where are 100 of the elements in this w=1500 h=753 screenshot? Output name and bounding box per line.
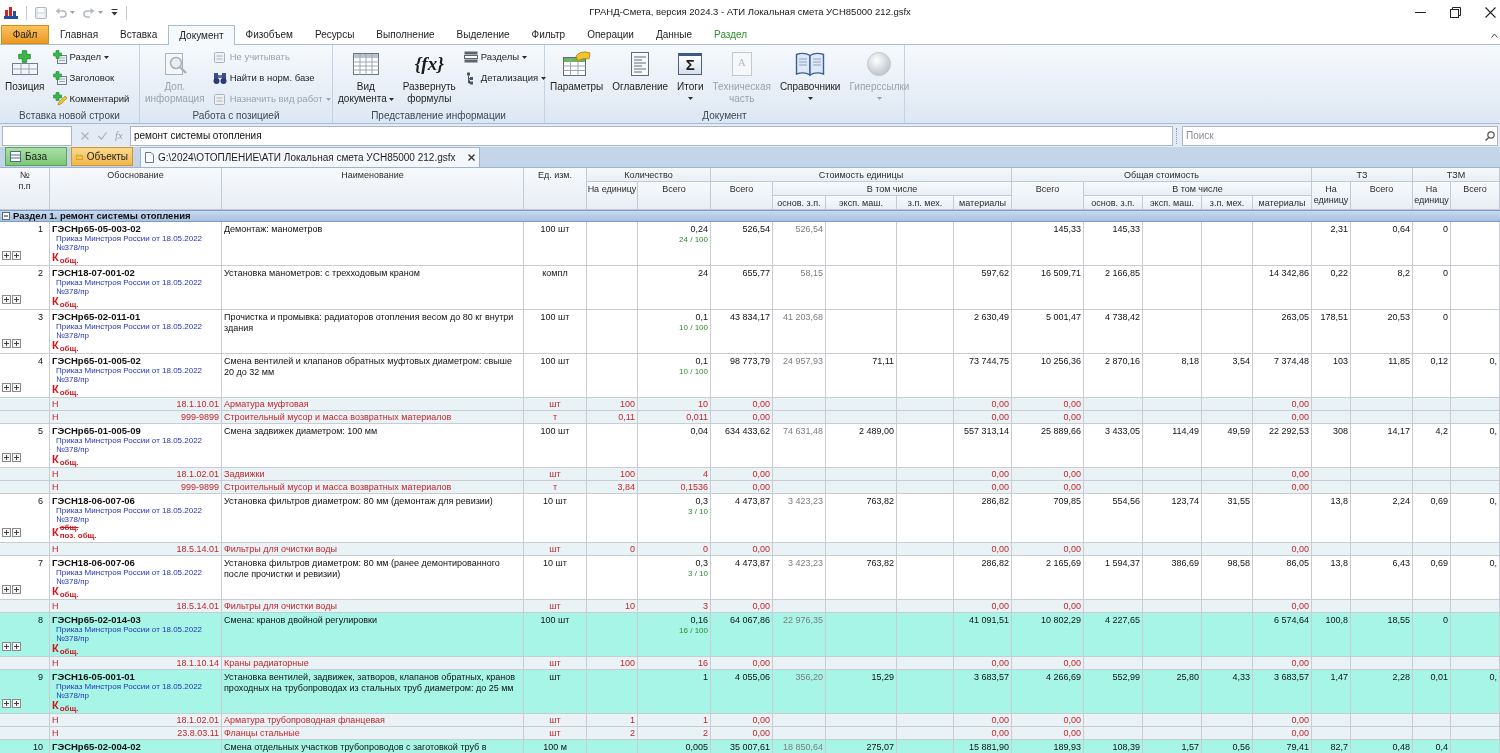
resource-row[interactable]: Н 999-9899 Строительный мусор и масса возвратных материалов т 3,84 0,1536 0,00 0,00 0,00 0,00 [0,481,1500,494]
expand-icon[interactable] [2,383,11,392]
value-text: 24 [698,268,708,279]
resource-code: 18.1.10.14 [176,657,219,669]
close-icon[interactable] [467,154,475,161]
expand-icon[interactable] [12,339,21,348]
value-text: 0, [1489,558,1497,569]
ribbon-button[interactable]: Детализация [461,69,549,87]
value-text: 7 374,48 [1273,356,1309,367]
ribbon-button[interactable]: Заголовок [50,69,132,87]
ribbon-tab[interactable]: Выделение [445,25,521,44]
ribbon-button[interactable]: Раздел [50,48,132,66]
resource-code: 18.1.10.01 [176,398,219,410]
ribbon-button[interactable]: Σ Итоги [674,45,707,103]
item-name: Смена: кранов двойной регулировки [224,615,377,626]
ribbon-button[interactable]: Найти в норм. базе [210,69,333,87]
table-row[interactable] [0,354,1500,398]
column-header: Общая стоимость [1012,168,1312,182]
expand-icon[interactable] [12,528,21,537]
value-text: 14,17 [1387,426,1410,437]
resource-row[interactable]: Н 18.1.02.01 Задвижки шт 100 4 0,00 0,00 0,00 0,00 [0,468,1500,481]
value-text: 2 166,85 [1104,268,1140,279]
value-text: 0,00 [991,481,1009,493]
coefficient-letter: К [52,340,59,351]
expand-icon[interactable] [2,339,11,348]
ribbon-tab[interactable]: Фильтр [520,25,577,44]
expand-icon[interactable] [2,585,11,594]
ribbon-tab[interactable]: Выполнение [365,25,446,44]
value-text: 0,00 [752,714,770,726]
ribbon-tab[interactable]: Операции [576,25,645,44]
expand-icon[interactable] [12,585,21,594]
resource-name: Строительный мусор и масса возвратных материалов [224,482,452,492]
quantity-formula: 10 / 100 [679,367,708,377]
value-text: 3,54 [1232,356,1250,367]
close-icon[interactable] [1485,7,1496,18]
ribbon-button[interactable]: Комментарий [50,90,132,108]
ribbon-tab[interactable]: Главная [49,25,110,44]
expand-icon[interactable] [12,699,21,708]
coefficient-label: общ. [59,705,79,713]
table-row[interactable] [0,556,1500,600]
expand-icon[interactable] [2,642,11,651]
plus-icon [52,71,67,85]
search-icon[interactable] [1485,130,1495,141]
unit-text: 100 шт [540,615,570,626]
value-text: 0,00 [1291,398,1309,410]
ribbon-tab[interactable]: Документ [168,25,235,45]
ribbon-tab[interactable]: Раздел [703,25,759,44]
ribbon-button[interactable]: Параметры [547,45,607,93]
resource-row[interactable]: Н 23.8.03.11 Фланцы стальные шт 2 2 0,00 0,00 0,00 0,00 [0,727,1500,740]
value-text: 0 [1443,268,1448,279]
resource-row[interactable]: Н 18.1.10.01 Арматура муфтовая шт 100 10 0,00 0,00 0,00 0,00 [0,398,1500,411]
table-row[interactable] [0,670,1500,714]
column-header: Ед. изм. [524,168,587,210]
column-header: В том числе [773,182,1012,196]
ribbon-tab[interactable]: Данные [644,25,704,44]
ribbon-tab[interactable]: Физобъем [234,25,304,44]
check-icon[interactable] [98,131,107,140]
ribbon-button[interactable]: Справочники [776,45,844,103]
resource-row[interactable]: Н 18.1.10.14 Краны радиаторные шт 100 16 0,00 0,00 0,00 0,00 [0,657,1500,670]
ribbon-button[interactable]: Вид документа [335,45,397,105]
expand-icon[interactable] [2,453,11,462]
section-row[interactable]: Раздел 1. ремонт системы отопления [0,210,1500,222]
expand-icon[interactable] [2,295,11,304]
document-tab[interactable]: G:\2024\ОТОПЛЕНИЕ\АТИ Локальная смета УСН85000 212.gsfx [140,147,480,167]
table-row[interactable] [0,310,1500,354]
expand-icon[interactable] [2,699,11,708]
value-text: 0,00 [1063,543,1081,555]
value-text: 0,00 [991,411,1009,423]
value-text: 6,43 [1392,558,1410,569]
expand-icon[interactable] [12,383,21,392]
ribbon-tab[interactable]: Вставка [109,25,169,44]
customize-icon[interactable] [111,9,118,16]
ribbon-tab[interactable]: Ресурсы [303,25,366,44]
expand-icon[interactable] [12,453,21,462]
app-logo-icon[interactable] [4,6,18,19]
ribbon-button[interactable]: Разделы [461,48,549,66]
expand-icon[interactable] [12,642,21,651]
ribbon-button[interactable]: Оглавление [609,45,672,93]
chevron-up-icon[interactable] [1491,33,1498,38]
table-row[interactable] [0,494,1500,543]
resource-row[interactable]: Н 18.5.14.01 Фильтры для очистки воды шт 0 0 0,00 0,00 0,00 0,00 [0,543,1500,556]
ribbon-tab[interactable]: Файл [1,25,49,44]
expand-icon[interactable] [12,251,21,260]
ribbon-button[interactable]: Позиция [2,45,48,93]
expand-icon[interactable] [12,295,21,304]
resource-row[interactable]: Н 18.5.14.01 Фильтры для очистки воды шт 10 3 0,00 0,00 0,00 0,00 [0,600,1500,613]
expand-icon[interactable] [2,528,11,537]
value-text: 709,85 [1053,496,1081,507]
table-row[interactable]: 10 ГЭСНр65-02-004-02 Смена отдельных участков трубопроводов с заготовкой труб в 100 м 0,005 35 007,61 18 850,64 275,07 15 881,90 189,93 108,39 1,57 0,56 79,41 82,7 0,48 0,4 [0,740,1500,753]
order-text: Приказ Минстроя России от 18.05.2022 [55,625,203,634]
table-row[interactable] [0,424,1500,468]
resource-row[interactable]: Н 999-9899 Строительный мусор и масса возвратных материалов т 0,11 0,011 0,00 0,00 0,00 0,00 [0,411,1500,424]
restore-icon[interactable] [1450,7,1461,18]
panel-button[interactable]: Объекты [71,147,133,166]
formula-field[interactable]: ремонт системы отопления [129,125,1173,146]
resource-row[interactable]: Н 18.1.02.01 Арматура трубопроводная фланцевая шт 1 1 0,00 0,00 0,00 0,00 [0,714,1500,727]
collapse-icon[interactable] [2,212,10,220]
ribbon-button[interactable]: {fx} Развернуть формулы [399,45,459,105]
panel-button[interactable]: База [5,147,67,166]
expand-icon[interactable] [2,251,11,260]
